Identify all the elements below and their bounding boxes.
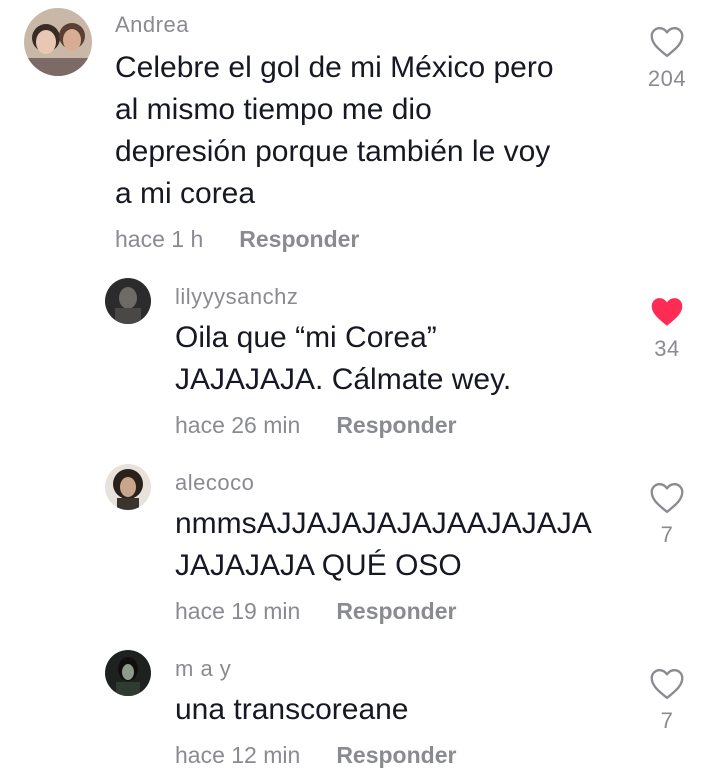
username[interactable]: lilyyysanchz	[175, 284, 298, 310]
timestamp: hace 26 min	[175, 412, 301, 438]
heart-outline-icon	[650, 483, 684, 513]
like-button[interactable]: 7	[637, 482, 697, 548]
timestamp: hace 12 min	[175, 742, 301, 768]
reply-button[interactable]: Responder	[336, 742, 456, 768]
like-count: 204	[647, 66, 687, 91]
heart-outline-icon	[650, 27, 684, 57]
avatar[interactable]	[105, 278, 151, 324]
like-count: 7	[660, 708, 674, 733]
comment-text: nmmsAJJAJAJAJAJAAJAJAJA JAJAJAJA QUÉ OSO	[175, 507, 592, 582]
avatar[interactable]	[105, 464, 151, 510]
reply-button[interactable]: Responder	[239, 226, 359, 252]
heart-outline-icon	[650, 669, 684, 699]
comment-text: Celebre el gol de mi México pero al mism…	[115, 51, 554, 210]
timestamp: hace 1 h	[115, 226, 204, 252]
comment-meta: hace 12 min Responder	[175, 742, 456, 769]
reply-button[interactable]: Responder	[336, 598, 456, 624]
avatar[interactable]	[24, 8, 92, 76]
reply-button[interactable]: Responder	[336, 412, 456, 438]
like-button[interactable]: 204	[637, 26, 697, 92]
comment-text: Oila que “mi Corea” JAJAJAJA. Cálmate we…	[175, 321, 512, 396]
avatar[interactable]	[105, 650, 151, 696]
timestamp: hace 19 min	[175, 598, 301, 624]
like-count: 34	[654, 336, 680, 361]
comment-meta: hace 26 min Responder	[175, 412, 456, 439]
username[interactable]: Andrea	[115, 12, 189, 38]
like-button[interactable]: 7	[637, 668, 697, 734]
comment-text: una transcoreane	[175, 693, 409, 726]
username[interactable]: alecoco	[175, 470, 254, 496]
like-count: 7	[660, 522, 674, 547]
like-button[interactable]: 34	[637, 296, 697, 362]
username[interactable]: m a y	[175, 656, 231, 682]
comment-meta: hace 19 min Responder	[175, 598, 456, 625]
comment-meta: hace 1 h Responder	[115, 226, 359, 253]
heart-filled-icon	[651, 298, 683, 326]
